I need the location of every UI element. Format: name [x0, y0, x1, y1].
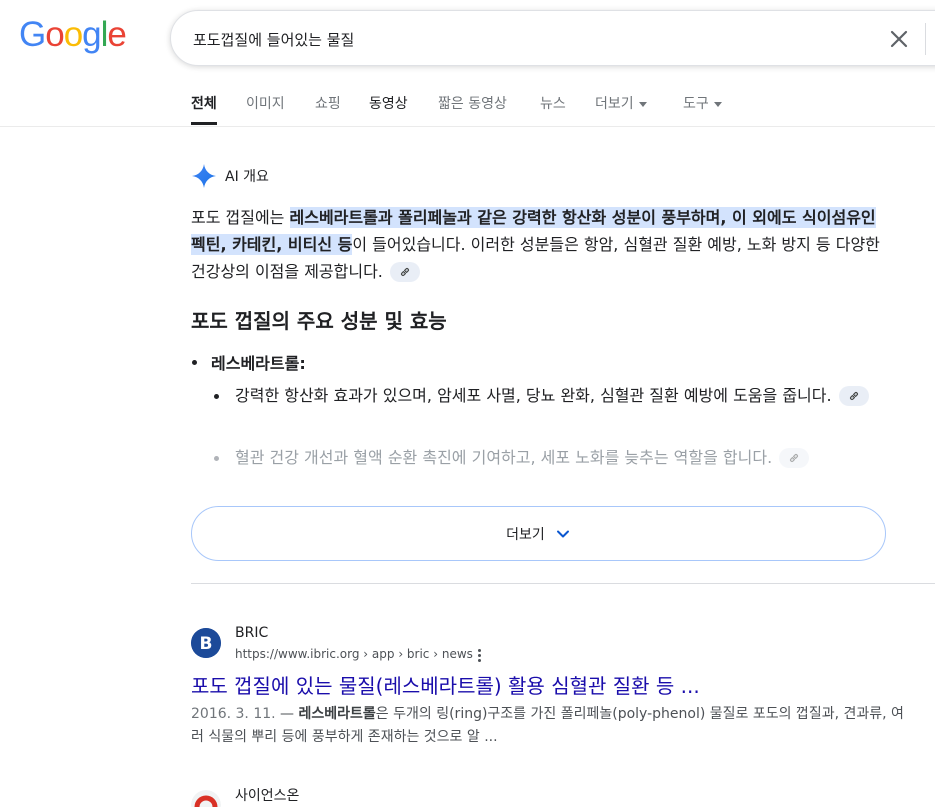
ai-overview-intro: 포도 껍질에는 레스베라트롤과 폴리페놀과 같은 강력한 항산화 성분이 풍부하… [191, 204, 891, 285]
tab-videos[interactable]: 동영상 [369, 93, 408, 113]
citation-link-icon[interactable] [779, 447, 810, 468]
tab-label: 더보기 [595, 96, 634, 112]
tab-shopping[interactable]: 쇼핑 [315, 93, 341, 113]
list-item: 레스베라트롤: [192, 350, 306, 374]
citation-link-icon[interactable] [838, 385, 869, 406]
tab-images[interactable]: 이미지 [246, 93, 285, 113]
search-tabs: 전체 이미지 쇼핑 동영상 짧은 동영상 뉴스 더보기 도구 [0, 88, 935, 127]
bullet [214, 394, 219, 399]
show-more-button[interactable]: 더보기 [191, 506, 886, 561]
tab-label: 짧은 동영상 [438, 96, 507, 112]
caret-down-icon [638, 101, 647, 107]
search-input[interactable] [193, 25, 853, 53]
intro-text: 포도 껍질에는 [191, 208, 290, 227]
result-title-link[interactable]: 포도 껍질에 있는 물질(레스베라트롤) 활용 심혈관 질환 등 ... [191, 670, 700, 699]
gemini-sparkle-icon [192, 164, 216, 188]
bullet [192, 360, 197, 365]
search-box[interactable] [170, 10, 935, 66]
section-divider [191, 583, 935, 584]
ai-overview-label: AI 개요 [225, 169, 269, 185]
result-date: 2016. 3. 11. [191, 706, 276, 722]
more-options-icon[interactable] [473, 647, 485, 663]
citation-link-icon[interactable] [390, 261, 420, 282]
caret-down-icon [713, 101, 722, 107]
show-more-label: 더보기 [506, 526, 545, 543]
result-url[interactable]: https://www.ibric.org › app › bric › new… [235, 647, 473, 661]
scienceon-favicon[interactable] [191, 790, 221, 807]
result-site-name[interactable]: BRIC [235, 625, 268, 641]
tab-label: 도구 [683, 96, 709, 112]
tab-news[interactable]: 뉴스 [540, 93, 566, 113]
sub-item-text: 강력한 항산화 효과가 있으며, 암세포 사멸, 당뇨 완화, 심혈관 질환 예… [235, 386, 832, 405]
clear-icon[interactable] [885, 25, 913, 53]
result-site-name[interactable]: 사이언스온 [235, 785, 299, 805]
tab-label: 동영상 [369, 96, 408, 112]
snippet-bold-term: 레스베라트롤 [298, 706, 376, 722]
list-item-title: 레스베라트롤: [211, 354, 306, 373]
chevron-down-icon [556, 530, 569, 537]
bullet [214, 456, 219, 461]
tab-label: 뉴스 [540, 96, 566, 112]
tab-label: 이미지 [246, 96, 285, 112]
tab-tools[interactable]: 도구 [683, 93, 722, 113]
search-divider [925, 23, 926, 55]
svg-text:B: B [200, 634, 213, 654]
google-logo[interactable]: Google [19, 15, 127, 55]
result-snippet: 2016. 3. 11. — 레스베라트롤은 두개의 링(ring)구조를 가진… [191, 706, 904, 745]
section-heading: 포도 껍질의 주요 성분 및 효능 [191, 309, 447, 333]
tab-short-videos[interactable]: 짧은 동영상 [438, 93, 507, 113]
tab-more[interactable]: 더보기 [595, 93, 647, 113]
tab-all[interactable]: 전체 [191, 93, 217, 125]
sub-list-item: 혈관 건강 개선과 혈액 순환 촉진에 기여하고, 세포 노화를 늦추는 역할을… [214, 445, 874, 471]
sub-list-item: 강력한 항산화 효과가 있으며, 암세포 사멸, 당뇨 완화, 심혈관 질환 예… [214, 383, 874, 409]
tab-label: 전체 [191, 96, 217, 112]
ai-overview-header: AI 개요 [191, 162, 269, 190]
tab-label: 쇼핑 [315, 96, 341, 112]
bric-favicon[interactable]: B [191, 628, 221, 658]
sub-item-text: 혈관 건강 개선과 혈액 순환 촉진에 기여하고, 세포 노화를 늦추는 역할을… [235, 448, 773, 467]
